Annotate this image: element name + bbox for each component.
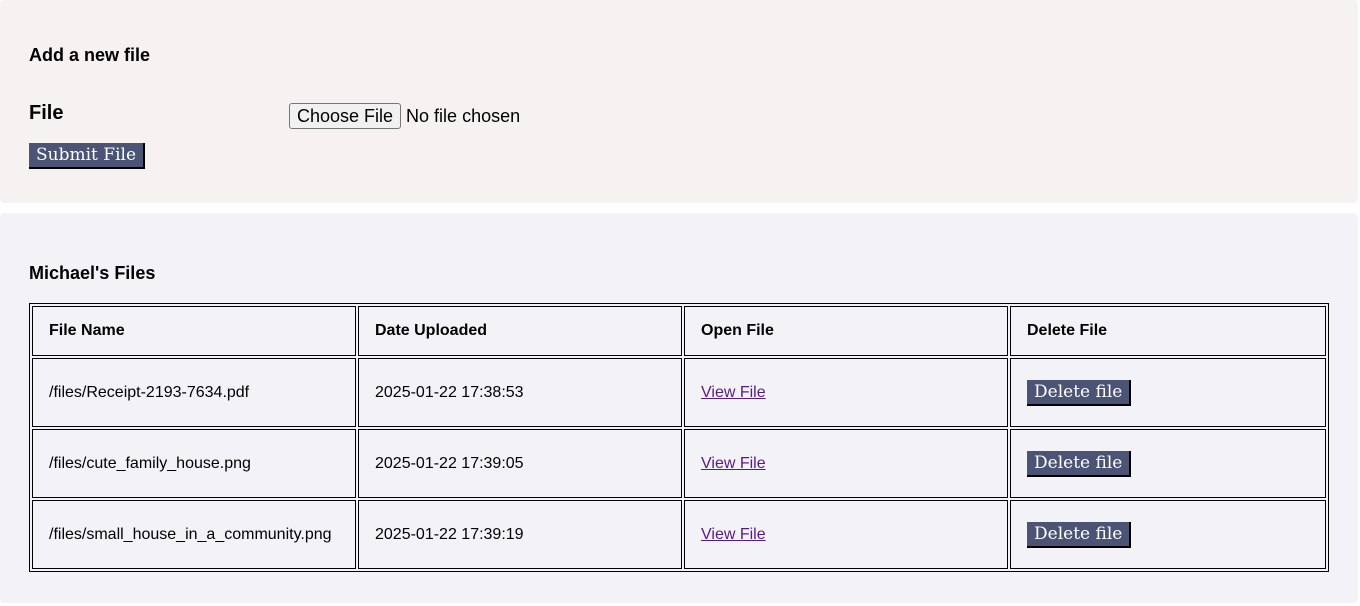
open-file-cell: View File — [684, 500, 1008, 569]
open-file-cell: View File — [684, 358, 1008, 427]
table-row: /files/cute_family_house.png 2025-01-22 … — [32, 429, 1326, 498]
table-header-row: File Name Date Uploaded Open File Delete… — [32, 306, 1326, 356]
delete-file-button[interactable]: Delete file — [1027, 450, 1132, 477]
delete-file-cell: Delete file — [1010, 429, 1326, 498]
file-name-cell: /files/Receipt-2193-7634.pdf — [32, 358, 356, 427]
files-heading: Michael's Files — [29, 263, 156, 283]
no-file-chosen-text: No file chosen — [406, 105, 521, 126]
upload-heading: Add a new file — [29, 45, 151, 65]
view-file-link[interactable]: View File — [701, 384, 766, 401]
open-file-cell: View File — [684, 429, 1008, 498]
delete-file-button[interactable]: Delete file — [1027, 521, 1132, 548]
file-input[interactable]: Choose File No file chosen — [289, 103, 520, 129]
table-row: /files/small_house_in_a_community.png 20… — [32, 500, 1326, 569]
column-header-file-name: File Name — [32, 306, 356, 356]
column-header-delete-file: Delete File — [1010, 306, 1326, 356]
view-file-link[interactable]: View File — [701, 526, 766, 543]
view-file-link[interactable]: View File — [701, 455, 766, 472]
delete-file-cell: Delete file — [1010, 500, 1326, 569]
upload-panel: Add a new file File Choose File No file … — [0, 0, 1358, 203]
submit-file-button[interactable]: Submit File — [29, 143, 145, 169]
delete-file-button[interactable]: Delete file — [1027, 379, 1132, 406]
file-name-cell: /files/cute_family_house.png — [32, 429, 356, 498]
column-header-open-file: Open File — [684, 306, 1008, 356]
files-table: File Name Date Uploaded Open File Delete… — [29, 303, 1329, 572]
table-row: /files/Receipt-2193-7634.pdf 2025-01-22 … — [32, 358, 1326, 427]
file-name-cell: /files/small_house_in_a_community.png — [32, 500, 356, 569]
delete-file-cell: Delete file — [1010, 358, 1326, 427]
column-header-date-uploaded: Date Uploaded — [358, 306, 682, 356]
file-label: File — [29, 102, 64, 124]
choose-file-button[interactable]: Choose File — [289, 103, 402, 129]
date-uploaded-cell: 2025-01-22 17:39:19 — [358, 500, 682, 569]
date-uploaded-cell: 2025-01-22 17:38:53 — [358, 358, 682, 427]
date-uploaded-cell: 2025-01-22 17:39:05 — [358, 429, 682, 498]
